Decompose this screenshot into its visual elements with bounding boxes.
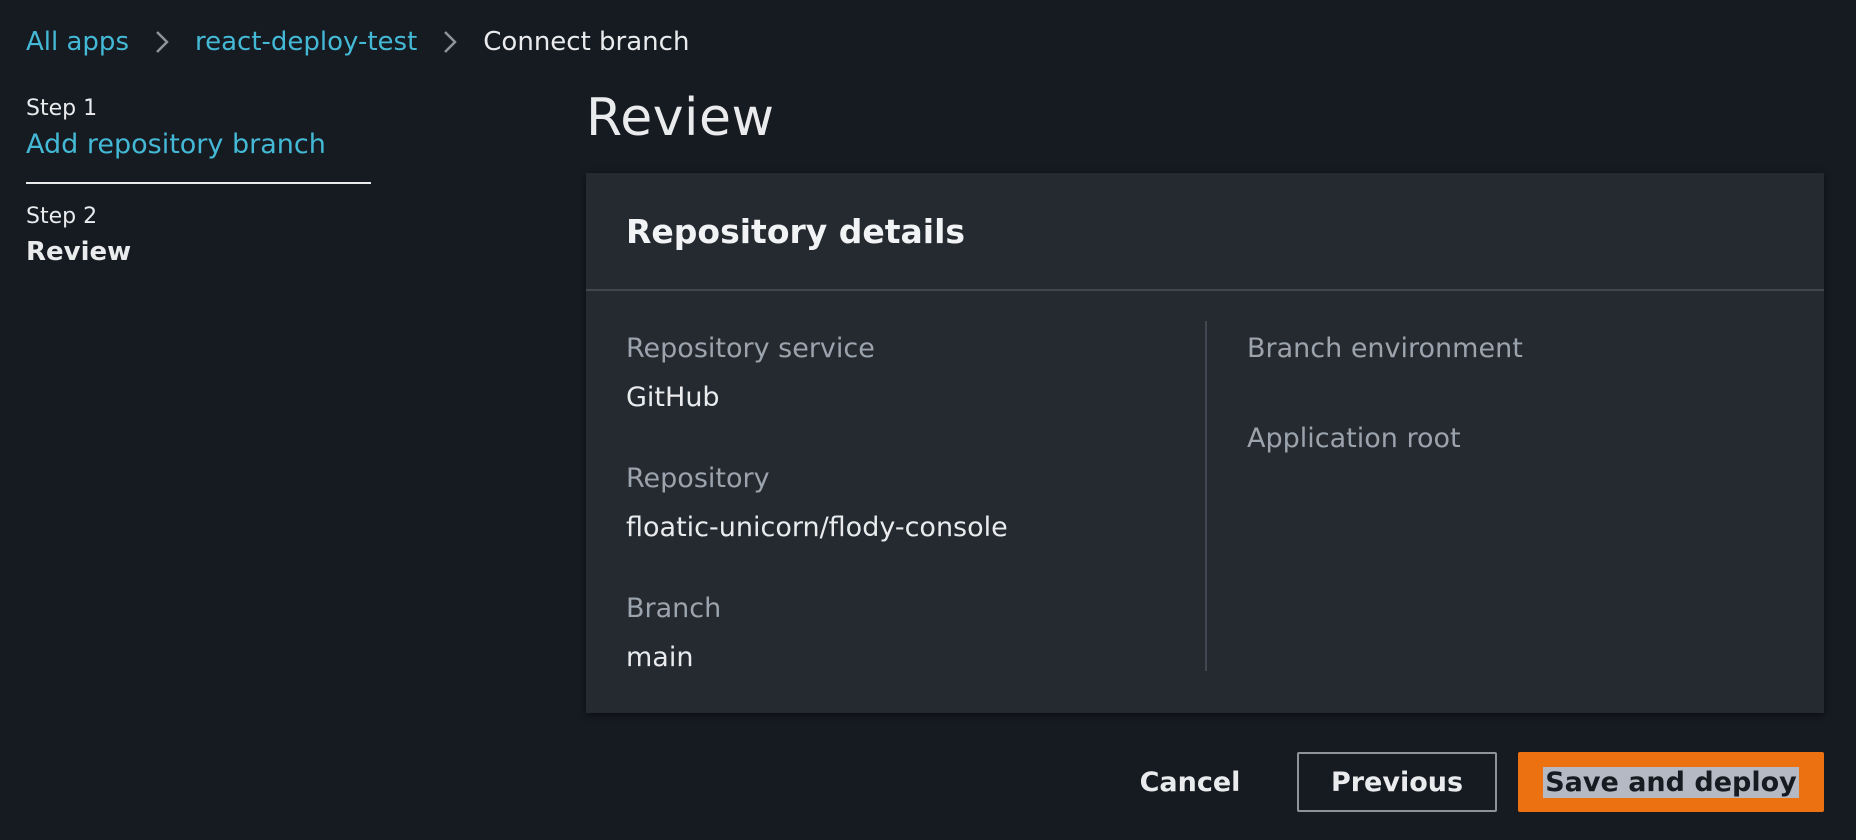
breadcrumb-all-apps[interactable]: All apps: [26, 27, 129, 57]
field-label: Branch environment: [1247, 333, 1523, 364]
repository-details-panel: Repository details Repository service Gi…: [586, 173, 1824, 713]
step-divider: [26, 182, 371, 184]
field-application-root: Application root: [1247, 411, 1824, 501]
field-label: Branch: [626, 593, 722, 624]
field-repository-service: Repository service GitHub: [626, 321, 1205, 451]
column-divider: [1205, 321, 1207, 671]
panel-body: Repository service GitHub Repository flo…: [586, 291, 1824, 711]
step-2-label: Review: [26, 237, 132, 267]
save-and-deploy-label: Save and deploy: [1543, 766, 1799, 798]
wizard-steps: Step 1 Add repository branch Step 2 Revi…: [26, 96, 371, 267]
page-title: Review: [586, 88, 775, 148]
chevron-right-icon: [155, 30, 169, 54]
breadcrumb-app[interactable]: react-deploy-test: [195, 27, 417, 57]
step-1-number: Step 1: [26, 96, 98, 121]
panel-title: Repository details: [626, 211, 966, 251]
breadcrumb-current: Connect branch: [483, 27, 690, 57]
panel-header: Repository details: [586, 173, 1824, 291]
field-repository: Repository floatic-unicorn/flody-console: [626, 451, 1205, 581]
breadcrumb: All apps react-deploy-test Connect branc…: [26, 24, 689, 60]
field-value: GitHub: [626, 382, 720, 413]
details-left-column: Repository service GitHub Repository flo…: [586, 321, 1205, 711]
previous-button[interactable]: Previous: [1297, 752, 1497, 812]
field-branch-environment: Branch environment: [1247, 321, 1824, 411]
field-label: Repository: [626, 463, 770, 494]
field-branch: Branch main: [626, 581, 1205, 711]
field-label: Repository service: [626, 333, 875, 364]
step-2-number: Step 2: [26, 204, 98, 229]
step-1-link[interactable]: Add repository branch: [26, 129, 371, 160]
field-value: main: [626, 642, 694, 673]
chevron-right-icon: [443, 30, 458, 54]
cancel-button[interactable]: Cancel: [1138, 752, 1242, 812]
field-label: Application root: [1247, 423, 1461, 454]
details-right-column: Branch environment Application root: [1205, 321, 1824, 711]
save-and-deploy-button[interactable]: Save and deploy: [1518, 752, 1824, 812]
field-value: floatic-unicorn/flody-console: [626, 512, 1008, 543]
